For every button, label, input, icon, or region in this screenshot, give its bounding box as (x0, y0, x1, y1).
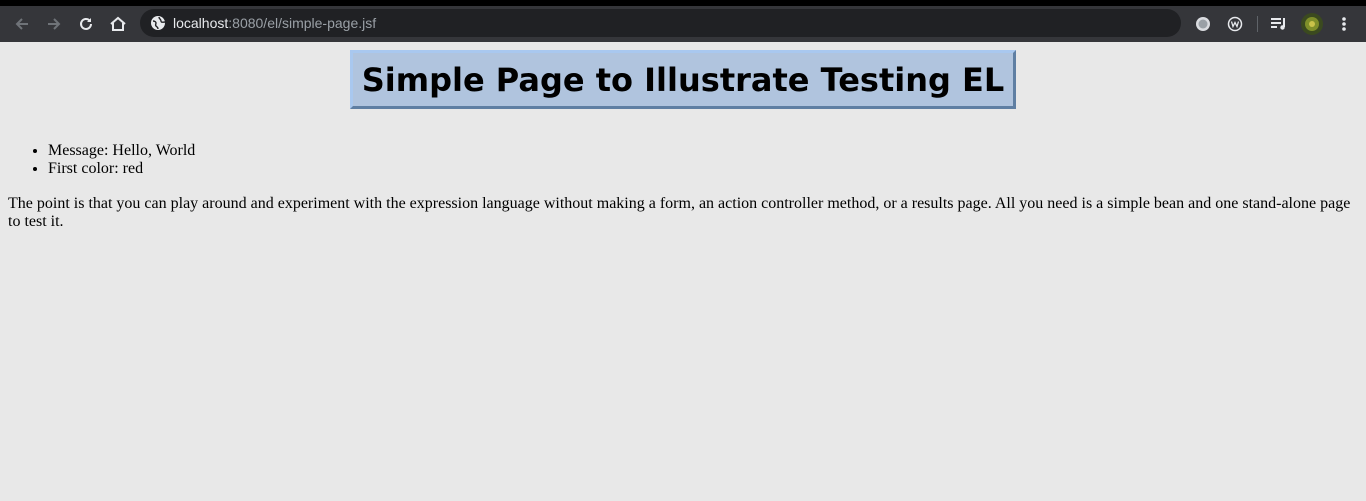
globe-icon[interactable] (150, 15, 166, 31)
facts-list: Message: Hello, World First color: red (0, 142, 1366, 178)
home-button[interactable] (104, 10, 132, 38)
browser-chrome: localhost:8080/el/simple-page.jsf (0, 0, 1366, 42)
extension-button[interactable] (1221, 10, 1249, 38)
url-path: :8080/el/simple-page.jsf (228, 15, 377, 31)
page-content: Simple Page to Illustrate Testing EL Mes… (0, 42, 1366, 231)
home-icon (110, 16, 126, 31)
record-icon (1196, 17, 1210, 31)
reload-icon (80, 17, 92, 30)
w-circle-icon (1227, 16, 1243, 32)
browser-toolbar: localhost:8080/el/simple-page.jsf (0, 6, 1366, 42)
playlist-icon (1271, 18, 1285, 30)
back-button[interactable] (8, 10, 36, 38)
extension-button[interactable] (1189, 10, 1217, 38)
media-control-button[interactable] (1265, 10, 1293, 38)
url-host: localhost (173, 15, 229, 31)
url-text[interactable]: localhost:8080/el/simple-page.jsf (173, 9, 376, 37)
list-item: Message: Hello, World (48, 142, 1366, 160)
title-container: Simple Page to Illustrate Testing EL (0, 42, 1366, 109)
arrow-right-icon (48, 18, 61, 30)
page-title: Simple Page to Illustrate Testing EL (361, 61, 1005, 99)
arrow-left-icon (15, 18, 28, 30)
profile-button[interactable] (1298, 10, 1326, 38)
list-item: First color: red (48, 160, 1366, 178)
menu-button[interactable] (1330, 10, 1358, 38)
page-title-box: Simple Page to Illustrate Testing EL (349, 50, 1017, 109)
address-bar[interactable]: localhost:8080/el/simple-page.jsf (140, 9, 1181, 37)
toolbar-divider (1257, 16, 1258, 32)
kebab-menu-icon (1342, 17, 1346, 31)
explanation-paragraph: The point is that you can play around an… (8, 195, 1351, 230)
reload-button[interactable] (72, 10, 100, 38)
avatar (1301, 13, 1323, 35)
forward-button[interactable] (40, 10, 68, 38)
